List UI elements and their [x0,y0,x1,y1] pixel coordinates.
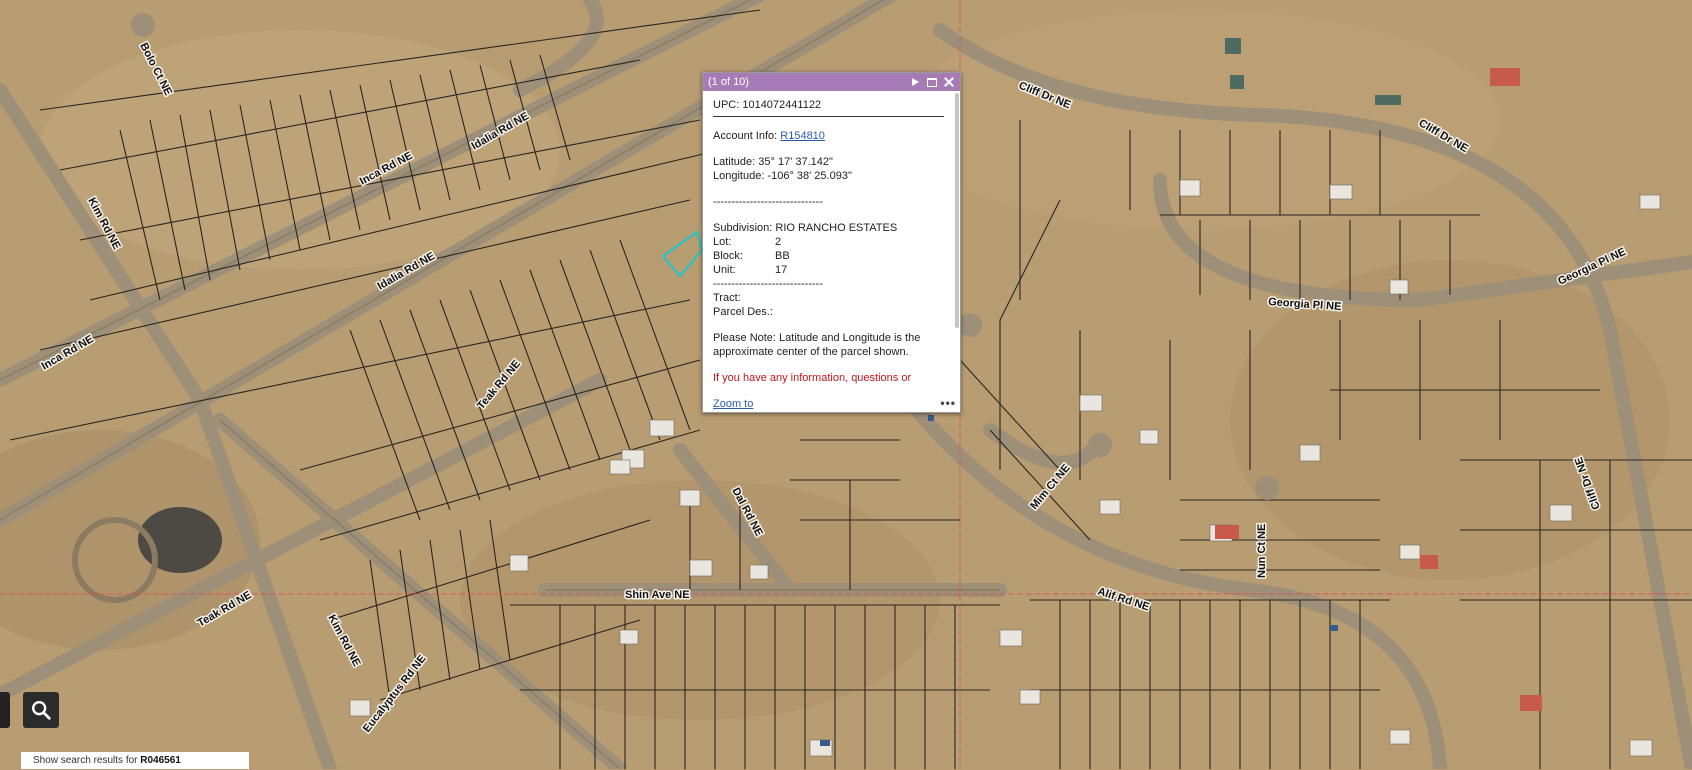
upc-value: UPC: 1014072441122 [713,98,944,117]
search-results-prefix: Show search results for [33,755,141,766]
account-link[interactable]: R154810 [780,130,825,142]
close-icon[interactable] [942,75,956,89]
maximize-icon[interactable] [925,75,939,89]
unit-value: 17 [775,264,788,276]
search-results-term: R046561 [140,755,181,766]
popup-body: UPC: 1014072441122 Account Info: R154810… [703,92,952,412]
popup-counter: (1 of 10) [708,76,749,88]
popup-header: (1 of 10) [703,73,960,91]
more-options-icon[interactable]: ••• [940,396,956,410]
parcel-des: Parcel Des.: [713,306,773,318]
search-results-bar[interactable]: Show search results for R046561 [21,752,249,769]
road-label: Shin Ave NE [625,589,690,601]
zoom-to-link[interactable]: Zoom to [713,398,754,410]
lot-row: Lot: 2 [713,235,944,249]
identify-popup[interactable]: (1 of 10) UPC: 1014072441122 Account Inf… [702,72,961,413]
tract: Tract: [713,292,741,304]
search-button[interactable] [23,692,59,728]
longitude: Longitude: -106° 38' 25.093" [713,170,852,182]
block-label: Block: [713,250,743,262]
note-line: Please Note: Latitude and Longitude is t… [713,332,921,344]
separator: ------------------------------ [713,196,823,208]
account-label: Account Info: [713,130,781,142]
lot-value: 2 [775,236,782,248]
account-info: Account Info: R154810 [713,129,944,143]
search-icon [32,701,51,720]
unit-row: Unit: 17 [713,263,944,277]
subdivision: Subdivision: RIO RANCHO ESTATES [713,222,898,234]
latitude: Latitude: 35° 17' 37.142" [713,156,833,168]
separator: ------------------------------ [713,278,823,290]
block-row: Block: BB [713,249,944,263]
road-label: Nun Ct NE [1256,524,1268,578]
popup-scrollbar[interactable] [955,93,959,328]
next-feature-icon[interactable] [908,75,922,89]
note-line: approximate center of the parcel shown. [713,346,909,358]
info-notice: If you have any information, questions o… [713,372,912,384]
collapsed-panel-button[interactable] [0,692,10,728]
unit-label: Unit: [713,264,736,276]
lot-label: Lot: [713,236,732,248]
block-value: BB [775,250,790,262]
